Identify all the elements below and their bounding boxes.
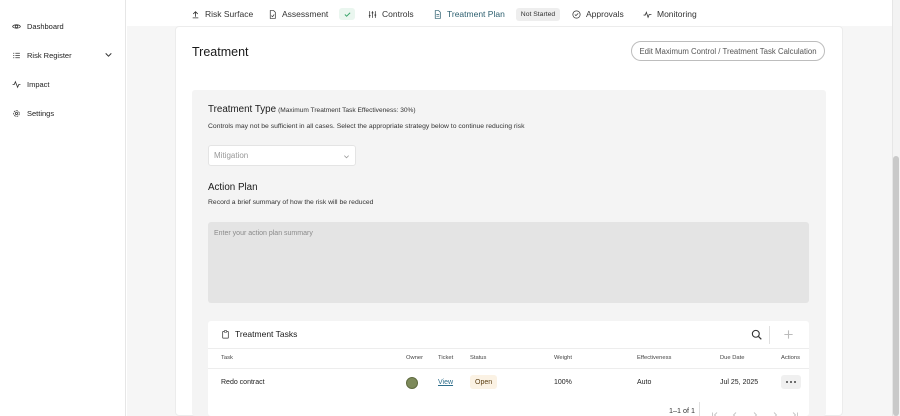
sidebar-item-risk-register[interactable]: Risk Register	[12, 47, 116, 63]
effectiveness-cell: Auto	[637, 379, 652, 386]
sidebar-item-label: Settings	[27, 108, 55, 118]
action-plan-title: Action Plan	[208, 182, 258, 193]
ticket-view-link[interactable]: View	[438, 379, 453, 386]
pagination-range: 1–1 of 1	[669, 406, 695, 415]
avatar[interactable]	[406, 377, 418, 389]
treatment-type-description: Controls may not be sufficient in all ca…	[208, 123, 525, 130]
treatment-type-select[interactable]: Mitigation	[208, 145, 356, 166]
status-badge: Not Started	[515, 7, 561, 21]
search-icon[interactable]	[751, 329, 762, 340]
tab-label: Controls	[382, 9, 414, 19]
more-dots-icon	[794, 380, 797, 384]
tab-controls[interactable]: Controls	[368, 7, 414, 21]
next-page-icon[interactable]	[771, 406, 779, 416]
tab-monitoring[interactable]: Monitoring	[643, 7, 697, 21]
completed-badge	[339, 8, 356, 20]
list-icon	[13, 52, 20, 58]
select-placeholder: Mitigation	[214, 151, 249, 160]
divider	[208, 348, 809, 349]
column-header-ticket[interactable]: Ticket	[438, 355, 453, 361]
edit-calculation-button[interactable]: Edit Maximum Control / Treatment Task Ca…	[631, 41, 825, 61]
tab-treatment-plan[interactable]: Treatment Plan Not Started	[433, 7, 561, 21]
divider	[769, 326, 770, 344]
column-header-actions: Actions	[781, 355, 801, 361]
divider	[208, 368, 809, 369]
sidebar-item-label: Dashboard	[27, 21, 64, 31]
check-circle-icon	[572, 9, 581, 19]
add-icon[interactable]	[783, 329, 794, 340]
action-plan-description: Record a brief summary of how the risk w…	[208, 199, 374, 206]
pulse-icon	[643, 10, 652, 18]
tab-bar: Risk Surface Assessment Controls Treatme…	[127, 0, 892, 26]
weight-cell: 100%	[554, 379, 572, 386]
scrollbar-thumb[interactable]	[893, 156, 899, 416]
column-header-task[interactable]: Task	[221, 355, 233, 361]
tab-label: Treatment Plan	[447, 9, 505, 19]
last-page-icon[interactable]	[791, 406, 799, 416]
tab-approvals[interactable]: Approvals	[572, 7, 624, 21]
next-page-icon[interactable]	[751, 406, 759, 416]
activity-icon	[12, 80, 21, 88]
task-cell: Redo contract	[221, 379, 265, 386]
previous-page-icon[interactable]	[731, 406, 739, 416]
gear-icon	[13, 109, 20, 117]
chevron-down-icon[interactable]	[104, 50, 113, 59]
tab-label: Assessment	[282, 9, 329, 19]
column-header-due-date[interactable]: Due Date	[720, 355, 745, 361]
clipboard-icon	[222, 329, 229, 339]
more-actions-button[interactable]	[781, 375, 801, 389]
check-icon	[344, 11, 351, 17]
sidebar-item-label: Risk Register	[27, 50, 72, 60]
sidebar-item-impact[interactable]: Impact	[12, 76, 50, 92]
more-dots-icon	[789, 380, 793, 384]
treatment-type-subtitle: (Maximum Treatment Task Effectiveness: 3…	[278, 107, 416, 114]
first-page-icon[interactable]	[711, 406, 719, 416]
document-check-icon	[269, 9, 276, 19]
sidebar-item-label: Impact	[27, 79, 50, 89]
tab-assessment[interactable]: Assessment	[268, 7, 356, 21]
sidebar: Dashboard Risk Register Impact Settings	[0, 0, 126, 416]
divider	[699, 402, 700, 416]
column-header-weight[interactable]: Weight	[554, 355, 572, 361]
treatment-type-title: Treatment Type	[208, 104, 277, 115]
tasks-title: Treatment Tasks	[235, 329, 298, 339]
tab-label: Monitoring	[657, 9, 697, 19]
column-header-effectiveness[interactable]: Effectiveness	[637, 355, 671, 361]
sliders-icon	[368, 10, 377, 18]
tab-label: Risk Surface	[205, 9, 254, 19]
sidebar-item-dashboard[interactable]: Dashboard	[12, 18, 64, 34]
tab-label: Approvals	[586, 9, 624, 19]
tasks-header: Treatment Tasks	[221, 329, 297, 339]
upload-icon	[192, 10, 199, 18]
status-badge: Open	[470, 375, 498, 389]
document-icon	[434, 9, 441, 19]
action-plan-textarea[interactable]	[208, 222, 809, 303]
column-header-owner[interactable]: Owner	[406, 355, 423, 361]
column-header-status[interactable]: Status	[470, 355, 486, 361]
eye-icon	[12, 23, 21, 29]
treatment-type-heading: Treatment Type (Maximum Treatment Task Ef…	[208, 104, 416, 115]
tab-risk-surface[interactable]: Risk Surface	[191, 7, 253, 21]
more-dots-icon	[785, 380, 788, 384]
due-date-cell: Jul 25, 2025	[720, 379, 759, 386]
sidebar-item-settings[interactable]: Settings	[12, 105, 54, 121]
chevron-down-icon	[344, 155, 349, 159]
page-title: Treatment	[192, 45, 249, 59]
